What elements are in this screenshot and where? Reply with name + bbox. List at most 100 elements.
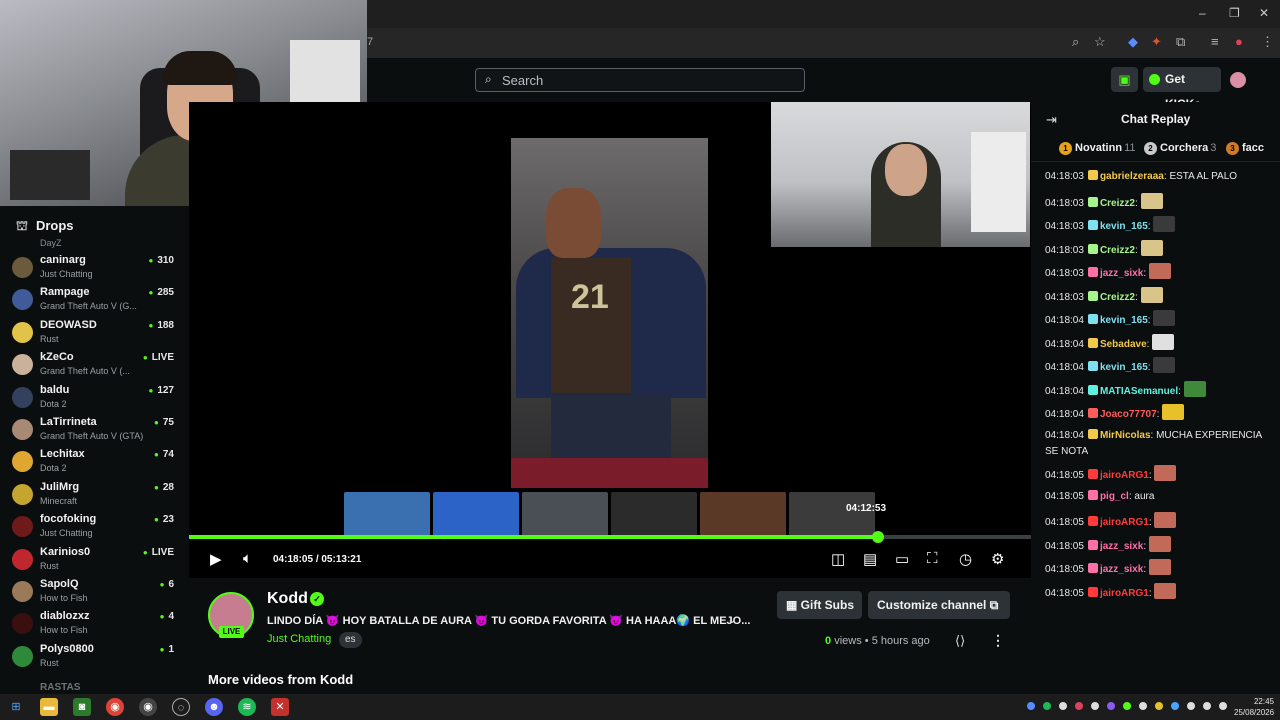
extensions-puzzle-icon[interactable]: ⧉ xyxy=(1176,34,1185,50)
message-username[interactable]: pig_cl xyxy=(1100,491,1129,502)
message-username[interactable]: Creizz2 xyxy=(1100,245,1135,256)
play-icon[interactable]: ▶ xyxy=(210,550,222,568)
wifi-icon[interactable] xyxy=(1187,702,1195,710)
expand-title-chevron-icon[interactable]: ⌄ xyxy=(727,612,737,626)
message-username[interactable]: kevin_165 xyxy=(1100,362,1148,373)
nvidia-icon[interactable]: ◙ xyxy=(73,698,91,716)
search-input[interactable]: ⌕ Search xyxy=(475,68,805,92)
speed-icon[interactable]: ◷ xyxy=(959,550,972,568)
more-options-icon[interactable]: ⋮ xyxy=(991,632,1005,649)
message-username[interactable]: MATIASemanuel xyxy=(1100,386,1178,397)
message-username[interactable]: gabrielzeraaa xyxy=(1100,171,1164,182)
message-username[interactable]: jairoARG1 xyxy=(1100,470,1149,481)
emote-icon xyxy=(1148,263,1171,279)
sidebar-channel[interactable]: caninarg Just Chatting 310 xyxy=(12,252,180,284)
leaderboard-name: Corchera xyxy=(1160,142,1209,154)
sidebar-channel[interactable]: Lechitax Dota 2 74 xyxy=(12,446,180,478)
sidebar-channel[interactable]: baldu Dota 2 127 xyxy=(12,382,180,414)
tray-icon[interactable] xyxy=(1091,702,1099,710)
sidebar-channel[interactable]: diablozxz How to Fish 4 xyxy=(12,608,180,640)
message-username[interactable]: Joaco77707 xyxy=(1100,409,1157,420)
message-username[interactable]: jazz_sixk xyxy=(1100,268,1143,279)
sidebar-channel[interactable]: JuliMrg Minecraft 28 xyxy=(12,479,180,511)
channel-category: How to Fish xyxy=(40,593,88,603)
tray-icon[interactable] xyxy=(1027,702,1035,710)
leaderboard-entry[interactable]: 2 Corchera 3 xyxy=(1144,142,1216,155)
gift-subs-button[interactable]: ▦ Gift Subs xyxy=(777,591,862,619)
tray-icon[interactable] xyxy=(1123,702,1131,710)
browser-menu-icon[interactable]: ⋮ xyxy=(1261,34,1274,50)
progress-handle[interactable] xyxy=(872,531,884,543)
tray-icon[interactable] xyxy=(1107,702,1115,710)
clip-icon[interactable]: ▤ xyxy=(863,550,877,568)
sidebar-channel[interactable]: focofoking Just Chatting 23 xyxy=(12,511,180,543)
profile-avatar-icon[interactable]: ● xyxy=(1235,34,1243,49)
message-username[interactable]: Creizz2 xyxy=(1100,198,1135,209)
volume-tray-icon[interactable] xyxy=(1203,702,1211,710)
drops-link[interactable]: ⛫ Drops xyxy=(16,218,74,236)
sidebar-channel[interactable]: Polys0800 Rust 1 xyxy=(12,641,180,673)
chrome-icon[interactable]: ◉ xyxy=(106,698,124,716)
theater-mode-icon[interactable]: ▭ xyxy=(895,550,909,568)
chat-message: 04:18:04 Sebadave: xyxy=(1045,333,1270,353)
steam-icon[interactable]: ◌ xyxy=(172,698,190,716)
get-kicks-button[interactable]: Get KICKs xyxy=(1143,67,1221,111)
chat-message: 04:18:03 jazz_sixk: xyxy=(1045,263,1270,282)
stream-category[interactable]: Just Chatting xyxy=(267,633,331,645)
extension-shield-icon[interactable]: ◆ xyxy=(1128,34,1138,50)
media-control-icon[interactable]: ≡ xyxy=(1211,34,1219,49)
streamer-name[interactable]: Kodd xyxy=(267,590,308,608)
user-avatar[interactable] xyxy=(1230,72,1246,88)
tray-icon[interactable] xyxy=(1059,702,1067,710)
sidebar-channel[interactable]: LaTirrineta Grand Theft Auto V (GTA) 75 xyxy=(12,414,180,446)
message-username[interactable]: Creizz2 xyxy=(1100,292,1135,303)
discord-icon[interactable]: ☻ xyxy=(205,698,223,716)
spotify-icon[interactable]: ≋ xyxy=(238,698,256,716)
extension-leaf-icon[interactable]: ✦ xyxy=(1151,34,1162,50)
tray-icon[interactable] xyxy=(1043,702,1051,710)
collapse-chat-icon[interactable]: ⇥ xyxy=(1046,112,1057,128)
sidebar-channel[interactable]: DEOWASD Rust 188 xyxy=(12,317,180,349)
file-explorer-icon[interactable]: ▬ xyxy=(40,698,58,716)
language-tag[interactable]: es xyxy=(339,632,362,648)
miniplayer-icon[interactable]: ◫ xyxy=(831,550,845,568)
settings-gear-icon[interactable]: ⚙ xyxy=(991,550,1004,568)
customize-channel-button[interactable]: Customize channel ⧉ xyxy=(868,591,1010,619)
message-username[interactable]: Sebadave xyxy=(1100,339,1147,350)
message-username[interactable]: MirNicolas xyxy=(1100,430,1151,441)
message-username[interactable]: kevin_165 xyxy=(1100,315,1148,326)
address-bar[interactable]: 7 xyxy=(367,28,1280,58)
person-hair xyxy=(163,51,237,85)
fullscreen-icon[interactable]: ⛶ xyxy=(927,550,938,567)
volume-icon[interactable]: 🔈︎ xyxy=(243,550,252,567)
close-window-button[interactable]: ✕ xyxy=(1259,6,1269,20)
tray-icon[interactable] xyxy=(1075,702,1083,710)
sidebar-channel[interactable]: kZeCo Grand Theft Auto V (... LIVE xyxy=(12,349,180,381)
start-menu-icon[interactable]: ⊞ xyxy=(7,698,25,716)
battery-icon[interactable] xyxy=(1219,702,1227,710)
channel-category: Minecraft xyxy=(40,495,78,506)
tray-icon[interactable] xyxy=(1171,702,1179,710)
chrome-active-icon[interactable]: ◉ xyxy=(139,698,157,716)
tray-icon[interactable] xyxy=(1155,702,1163,710)
sidebar-channel[interactable]: SapolQ How to Fish 6 xyxy=(12,576,180,608)
leaderboard-entry[interactable]: 1 Novatinn 11 xyxy=(1059,142,1135,155)
message-username[interactable]: kevin_165 xyxy=(1100,221,1148,232)
share-icon[interactable]: ⟨⟩ xyxy=(955,633,965,649)
tray-icon[interactable] xyxy=(1139,702,1147,710)
message-username[interactable]: jairoARG1 xyxy=(1100,517,1149,528)
sidebar-channel[interactable]: Karinios0 Rust LIVE xyxy=(12,544,180,576)
restore-button[interactable]: ❐ xyxy=(1229,6,1240,20)
zoom-icon[interactable]: ⌕ xyxy=(1072,34,1079,50)
minimize-button[interactable]: – xyxy=(1199,6,1206,20)
message-username[interactable]: jazz_sixk xyxy=(1100,541,1143,552)
app-icon[interactable]: ✕ xyxy=(271,698,289,716)
message-username[interactable]: jairoARG1 xyxy=(1100,588,1149,599)
sidebar-channel[interactable]: Rampage Grand Theft Auto V (G... 285 xyxy=(12,284,180,316)
seek-thumbnail xyxy=(344,492,430,539)
gift-kicks-button[interactable]: ▣ xyxy=(1111,67,1138,92)
leaderboard-entry[interactable]: 3 facc xyxy=(1226,142,1266,155)
message-username[interactable]: jazz_sixk xyxy=(1100,564,1143,575)
bookmark-star-icon[interactable]: ☆ xyxy=(1094,34,1106,50)
system-clock[interactable]: 22:45 25/08/2026 xyxy=(1234,696,1274,718)
